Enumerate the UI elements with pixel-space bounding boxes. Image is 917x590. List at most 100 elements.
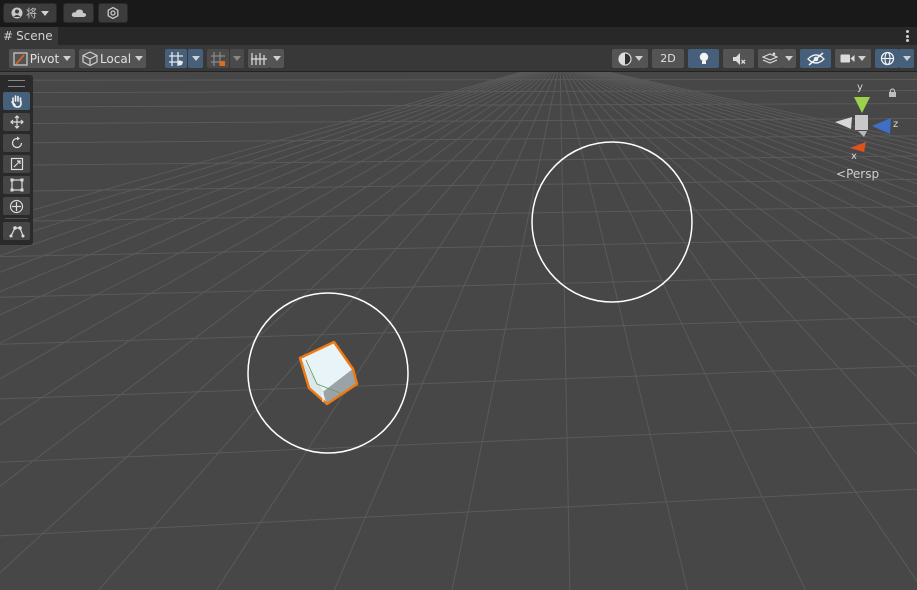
grid-line <box>0 102 917 108</box>
view-2d-toggle[interactable]: 2D <box>652 49 684 68</box>
top-bar: 将 <box>0 0 917 27</box>
gizmo-z-label: z <box>893 119 899 130</box>
view-2d-label: 2D <box>660 52 676 65</box>
gizmos-toggle[interactable] <box>875 49 899 68</box>
transform-tool-button[interactable] <box>3 197 30 215</box>
grid-visibility-toggle[interactable] <box>207 49 229 68</box>
grid-line <box>608 72 917 142</box>
audio-toggle[interactable] <box>723 49 754 68</box>
toolbox-separator <box>5 218 28 219</box>
camera-dropdown[interactable] <box>835 49 871 68</box>
local-dropdown[interactable]: Local <box>79 49 146 68</box>
account-dropdown[interactable]: 将 <box>3 3 57 23</box>
chevron-down-icon <box>41 10 49 16</box>
cloud-button[interactable] <box>63 3 94 23</box>
grid-line <box>0 237 917 258</box>
grid-line <box>579 72 917 261</box>
grid-line <box>98 72 551 590</box>
pivot-dropdown[interactable]: Pivot <box>9 49 75 68</box>
move-tool-button[interactable] <box>3 113 30 131</box>
custom-editor-tool-icon <box>9 226 24 238</box>
tab-scene[interactable]: # Scene <box>0 27 58 45</box>
projection-label: Persp <box>846 167 880 181</box>
pivot-icon <box>13 51 28 66</box>
grid-line <box>0 78 917 81</box>
selected-cube[interactable] <box>298 340 359 406</box>
shading-mode-icon <box>617 51 632 66</box>
grid-dropdown[interactable] <box>230 49 244 68</box>
gizmo-center-cube[interactable] <box>855 115 868 130</box>
local-label: Local <box>99 51 132 66</box>
effects-icon <box>762 52 778 64</box>
hand-tool-button[interactable] <box>3 92 30 110</box>
kebab-menu-icon[interactable] <box>906 30 909 42</box>
grid-line <box>0 316 917 345</box>
grid-line <box>588 72 917 195</box>
grid-line <box>586 72 917 207</box>
grid-snap-toggle[interactable] <box>165 49 187 68</box>
grid-line <box>0 422 917 463</box>
tab-scene-label: Scene <box>16 29 53 43</box>
effects-dropdown[interactable] <box>782 49 796 68</box>
grid-line <box>564 72 806 590</box>
increment-snap-toggle[interactable] <box>248 49 270 68</box>
grid-line <box>596 72 917 169</box>
grid-line <box>0 206 917 223</box>
scene-visibility-toggle[interactable] <box>800 49 831 68</box>
move-arrows-icon <box>9 115 24 129</box>
rotate-tool-button[interactable] <box>3 134 30 152</box>
account-icon <box>11 7 23 19</box>
tools-overlay <box>0 75 33 245</box>
grid <box>0 72 917 590</box>
overlay-drag-handle[interactable] <box>8 80 25 87</box>
chevron-down-icon <box>191 56 200 61</box>
rect-transform-icon <box>10 178 23 192</box>
gizmos-dropdown[interactable] <box>899 49 914 68</box>
grid-snap-dropdown[interactable] <box>188 49 203 68</box>
pivot-label: Pivot <box>29 51 60 66</box>
chevron-down-icon <box>634 56 643 61</box>
hidden-visibility-icon <box>806 51 825 66</box>
camera-icon <box>840 54 855 63</box>
chevron-down-icon <box>233 56 241 61</box>
grid-line <box>0 155 917 166</box>
grid-hash-icon: # <box>3 29 14 43</box>
grid-line <box>571 72 917 378</box>
grid-line <box>0 178 917 192</box>
grid-line <box>559 72 571 590</box>
grid-line <box>0 365 917 400</box>
scene-viewport[interactable] <box>0 72 917 590</box>
grid-snap-icon <box>169 51 183 66</box>
services-settings-button[interactable] <box>98 3 128 23</box>
grid-line <box>583 72 917 221</box>
increment-snap-icon <box>251 52 267 65</box>
scene-canvas[interactable] <box>0 72 917 590</box>
projection-toggle[interactable]: <Persp <box>836 167 879 181</box>
increment-snap-dropdown[interactable] <box>270 49 284 68</box>
scale-tool-button[interactable] <box>3 155 30 173</box>
gizmos-icon <box>880 51 894 66</box>
chevron-down-icon <box>135 56 144 61</box>
grid-icon <box>211 51 225 66</box>
persp-chevron-icon: < <box>836 167 847 181</box>
chevron-down-icon <box>63 56 72 61</box>
grid-line <box>566 72 917 582</box>
custom-tool-button[interactable] <box>3 222 30 240</box>
lighting-toggle[interactable] <box>688 49 719 68</box>
chevron-down-icon <box>273 56 281 61</box>
grid-line <box>593 72 917 176</box>
rect-tool-button[interactable] <box>3 176 30 194</box>
hand-icon <box>10 95 22 108</box>
effects-toggle[interactable] <box>758 49 782 68</box>
lightbulb-icon <box>699 52 708 64</box>
grid-line <box>0 135 917 144</box>
audio-mute-icon <box>732 52 745 65</box>
draw-mode-dropdown[interactable] <box>612 49 648 68</box>
gizmo-x-label: x <box>851 151 857 162</box>
grid-line <box>581 72 917 239</box>
cube-local-icon <box>82 51 98 66</box>
chevron-down-icon <box>785 56 793 61</box>
account-glyph: 将 <box>26 7 37 20</box>
gizmo-y-cone[interactable] <box>854 97 870 113</box>
scale-icon <box>10 157 23 171</box>
